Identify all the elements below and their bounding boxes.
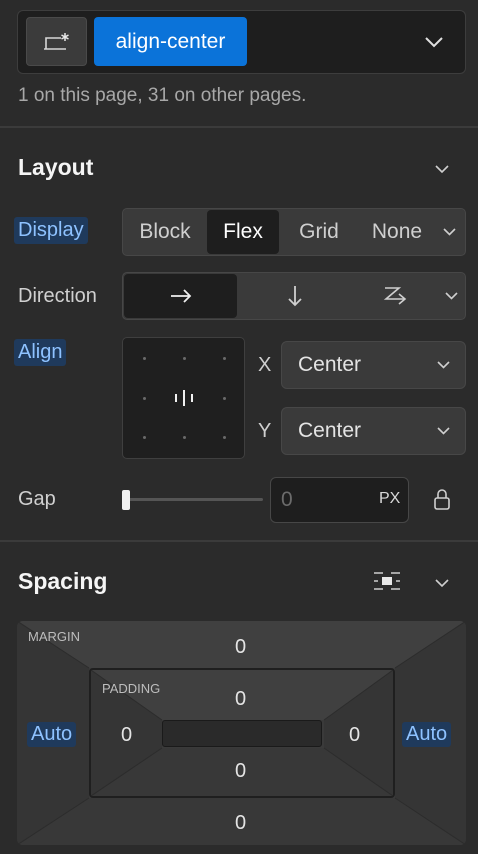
padding-left-value[interactable]: 0: [121, 724, 132, 747]
spacing-section-title: Spacing: [18, 568, 108, 594]
direction-column-button[interactable]: [237, 273, 352, 319]
align-center-indicator-icon: [175, 390, 193, 406]
class-tag[interactable]: align-center: [94, 17, 247, 66]
display-option-flex[interactable]: Flex: [207, 210, 279, 254]
gap-value: 0: [281, 488, 293, 511]
align-dot[interactable]: [223, 436, 226, 439]
align-dot[interactable]: [223, 357, 226, 360]
lock-icon[interactable]: [431, 487, 453, 513]
align-y-dropdown[interactable]: Center: [281, 407, 466, 455]
margin-top-value[interactable]: 0: [235, 636, 246, 659]
divider: [0, 126, 478, 128]
align-dot[interactable]: [143, 397, 146, 400]
align-x-label: X: [258, 354, 272, 376]
spacing-collapse-chevron-icon[interactable]: [430, 571, 454, 595]
padding-top-value[interactable]: 0: [235, 688, 246, 711]
display-option-none[interactable]: None: [359, 209, 435, 255]
display-label[interactable]: Display: [14, 217, 88, 244]
gap-label: Gap: [18, 488, 56, 510]
display-selector: Block Flex Grid None: [122, 208, 466, 256]
align-dot[interactable]: [223, 397, 226, 400]
content-box: [162, 720, 322, 747]
layout-collapse-chevron-icon[interactable]: [430, 157, 454, 181]
chevron-down-icon: [431, 419, 455, 443]
direction-selector: [122, 272, 466, 320]
align-dot[interactable]: [143, 436, 146, 439]
align-dot[interactable]: [183, 436, 186, 439]
spacing-preset-icon[interactable]: [371, 568, 403, 594]
gap-unit-selector[interactable]: PX: [379, 490, 400, 508]
padding-right-value[interactable]: 0: [349, 724, 360, 747]
align-dot[interactable]: [143, 357, 146, 360]
wrap-icon: [383, 287, 406, 305]
divider: [0, 540, 478, 542]
direction-more-chevron-icon[interactable]: [437, 284, 465, 308]
margin-right-value[interactable]: Auto: [402, 722, 452, 747]
align-grid-control[interactable]: [122, 337, 245, 459]
arrow-down-icon: [287, 286, 302, 307]
align-label[interactable]: Align: [14, 339, 67, 366]
margin-bottom-value[interactable]: 0: [235, 812, 246, 835]
align-x-dropdown[interactable]: Center: [281, 341, 466, 389]
chevron-down-icon: [431, 353, 455, 377]
padding-caption: PADDING: [102, 681, 161, 696]
arrow-right-icon: [170, 289, 191, 303]
class-selector-icon: [43, 32, 69, 50]
align-y-value: Center: [298, 419, 362, 442]
direction-row-button[interactable]: [124, 274, 237, 318]
align-dot[interactable]: [183, 357, 186, 360]
align-y-label: Y: [258, 420, 272, 442]
align-x-value: Center: [298, 353, 362, 376]
padding-bottom-value[interactable]: 0: [235, 760, 246, 783]
display-more-chevron-icon[interactable]: [435, 220, 463, 244]
direction-label: Direction: [18, 285, 97, 307]
gap-slider-thumb[interactable]: [122, 490, 130, 510]
selector-usage-text: 1 on this page, 31 on other pages.: [18, 85, 307, 106]
display-option-block[interactable]: Block: [123, 209, 207, 255]
chevron-down-icon[interactable]: [420, 28, 448, 56]
direction-wrap-button[interactable]: [352, 273, 437, 319]
gap-slider-track[interactable]: [125, 498, 263, 501]
layout-section-title: Layout: [18, 154, 94, 180]
margin-left-value[interactable]: Auto: [27, 722, 77, 747]
selector-state-button[interactable]: [26, 17, 87, 66]
margin-caption: MARGIN: [28, 629, 80, 644]
display-option-grid[interactable]: Grid: [279, 209, 359, 255]
